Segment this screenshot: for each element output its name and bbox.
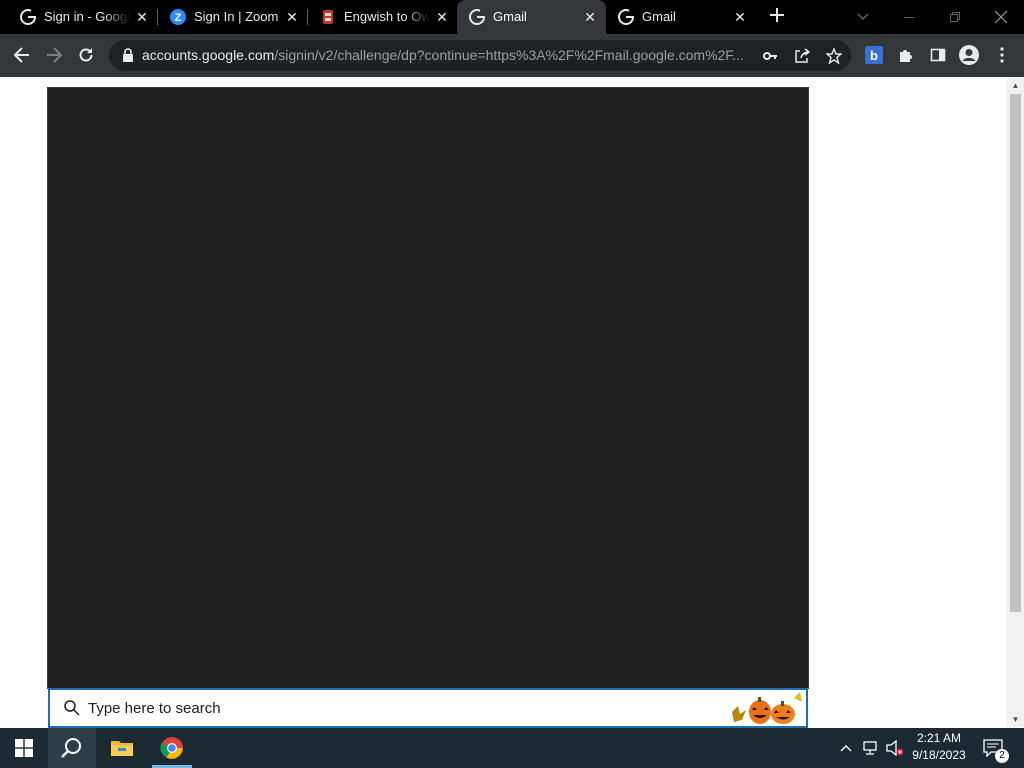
notification-count-badge: 2 [995,749,1009,763]
password-key-button[interactable] [760,46,780,66]
svg-text:Z: Z [175,12,182,24]
network-button[interactable] [860,728,882,768]
windows-search-box[interactable]: Type here to search [48,688,808,728]
close-icon[interactable]: ✕ [284,9,300,25]
more-vertical-icon [1000,47,1004,63]
close-icon[interactable]: ✕ [582,9,598,25]
speaker-muted-icon [886,740,904,756]
chevron-up-icon [840,745,852,752]
windows-search-panel [47,87,809,689]
tab-gmail[interactable]: Gmail ✕ [606,0,756,34]
tab-title: Engwish to OwO [344,9,430,24]
arrow-left-icon [13,47,29,63]
browser-tab-strip: Sign in - Google Accounts ✕ Z Sign In | … [0,0,1024,34]
scroll-down-arrow[interactable]: ▼ [1007,713,1024,725]
side-panel-icon [930,48,946,62]
close-icon [994,10,1008,24]
restore-button[interactable] [932,0,978,34]
page-scrollbar[interactable]: ▲ ▼ [1007,77,1024,727]
puzzle-icon [900,50,912,62]
clock-date: 9/18/2023 [912,748,966,762]
folder-icon [111,741,133,756]
tab-sign-in-google[interactable]: Sign in - Google Accounts ✕ [8,0,158,34]
extension-b-button[interactable]: b [864,45,884,65]
profile-button[interactable] [959,45,979,65]
search-icon [61,738,81,758]
tab-title: Sign In | Zoom [194,9,279,24]
close-window-button[interactable] [978,0,1024,34]
svg-text:b: b [870,48,878,63]
windows-taskbar: 2:21 AM 9/18/2023 [0,728,1024,768]
reload-icon [79,48,93,62]
forward-button[interactable] [40,41,68,69]
taskbar-search-button[interactable] [48,728,96,768]
side-panel-button[interactable] [928,45,948,65]
taskbar-clock[interactable]: 2:21 AM 9/18/2023 [906,730,972,766]
tab-title: Sign in - Google Accounts [44,9,130,24]
tab-engwish-to-owo[interactable]: Engwish to OwO ✕ [308,0,458,34]
lock-icon[interactable] [121,48,135,62]
extensions-button[interactable] [896,45,916,65]
new-tab-button[interactable] [766,6,788,28]
tab-title: Gmail [642,9,676,24]
network-icon [863,741,877,755]
owo-app-icon [323,10,333,24]
google-g-icon [20,9,36,25]
extension-b-icon: b [865,46,883,64]
bookmark-button[interactable] [824,46,844,66]
star-icon [826,48,842,64]
minimize-icon [904,17,914,18]
url-text[interactable]: accounts.google.com/signin/v2/challenge/… [142,47,754,64]
google-g-icon [469,9,485,25]
restore-icon [950,12,960,22]
search-placeholder: Type here to search [88,700,221,717]
chevron-down-icon [857,13,869,21]
key-icon [763,52,777,60]
minimize-button[interactable] [886,0,932,34]
url-path: /signin/v2/challenge/dp?continue=https%3… [274,47,744,63]
halloween-pumpkins-icon [732,692,802,724]
arrow-right-icon [47,47,63,63]
chrome-taskbar-button[interactable] [148,728,196,768]
windows-logo-icon [15,739,33,757]
search-icon [64,700,80,716]
url-host: accounts.google.com [142,47,275,63]
tab-search-button[interactable] [840,0,886,34]
scroll-up-arrow[interactable]: ▲ [1007,79,1024,91]
reload-button[interactable] [72,41,100,69]
browser-menu-button[interactable] [992,45,1012,65]
tab-title: Gmail [493,9,527,24]
tab-gmail-active[interactable]: Gmail ✕ [457,0,606,34]
avatar-icon [959,45,979,65]
tab-sign-in-zoom[interactable]: Z Sign In | Zoom ✕ [158,0,308,34]
close-icon[interactable]: ✕ [434,9,450,25]
zoom-icon: Z [170,9,186,25]
share-button[interactable] [792,46,812,66]
plus-icon [770,8,784,22]
close-icon[interactable]: ✕ [732,9,748,25]
show-hidden-icons-button[interactable] [836,728,856,768]
google-g-icon [618,9,634,25]
volume-button[interactable] [884,728,906,768]
file-explorer-button[interactable] [98,728,146,768]
start-button[interactable] [0,728,48,768]
address-bar[interactable]: accounts.google.com/signin/v2/challenge/… [109,40,851,71]
close-icon[interactable]: ✕ [134,9,150,25]
scroll-thumb[interactable] [1010,94,1021,612]
chrome-icon [160,737,183,759]
share-icon [795,48,810,63]
clock-time: 2:21 AM [916,731,962,745]
back-button[interactable] [8,41,36,69]
